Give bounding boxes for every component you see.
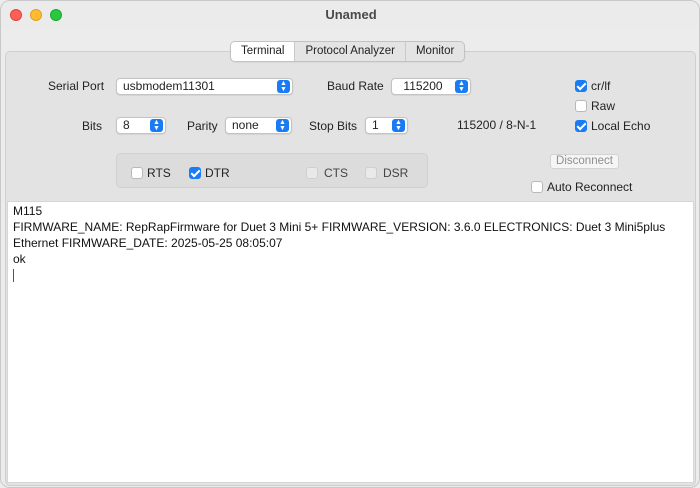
crlf-label: cr/lf xyxy=(591,79,611,93)
stop-bits-value: 1 xyxy=(372,118,379,132)
baud-rate-label: Baud Rate xyxy=(327,79,384,93)
window-title: Unamed xyxy=(325,7,377,22)
local-echo-checkbox[interactable] xyxy=(575,120,587,132)
bits-label: Bits xyxy=(82,119,103,133)
stop-bits-label: Stop Bits xyxy=(309,119,358,133)
crlf-checkbox[interactable] xyxy=(575,80,587,92)
serial-port-label: Serial Port xyxy=(48,79,105,93)
tab-bar: Terminal Protocol Analyzer Monitor xyxy=(230,41,466,62)
cts-indicator xyxy=(306,167,318,179)
terminal-line: M115 xyxy=(13,204,43,218)
select-arrows-icon: ▲ ▼ xyxy=(277,80,290,93)
text-cursor xyxy=(13,269,14,282)
terminal-output[interactable]: M115 FIRMWARE_NAME: RepRapFirmware for D… xyxy=(7,201,694,483)
select-arrows-icon: ▲ ▼ xyxy=(150,119,163,132)
terminal-line: ok xyxy=(13,252,26,266)
rts-checkbox[interactable] xyxy=(131,167,143,179)
auto-reconnect-label: Auto Reconnect xyxy=(547,180,633,194)
select-arrows-icon: ▲ ▼ xyxy=(392,119,405,132)
parity-value: none xyxy=(232,118,259,132)
raw-checkbox[interactable] xyxy=(575,100,587,112)
app-window: Unamed Terminal Protocol Analyzer Monito… xyxy=(0,0,700,488)
tab-protocol-analyzer[interactable]: Protocol Analyzer xyxy=(294,42,405,61)
tab-monitor[interactable]: Monitor xyxy=(404,42,464,61)
bits-value: 8 xyxy=(123,118,130,132)
dsr-label: DSR xyxy=(383,166,409,180)
terminal-line: FIRMWARE_NAME: RepRapFirmware for Duet 3… xyxy=(13,220,666,250)
parity-select[interactable]: none ▲ ▼ xyxy=(225,117,292,134)
title-bar: Unamed xyxy=(1,1,699,29)
parity-label: Parity xyxy=(187,119,218,133)
raw-label: Raw xyxy=(591,99,616,113)
auto-reconnect-checkbox[interactable] xyxy=(531,181,543,193)
dsr-indicator xyxy=(365,167,377,179)
dtr-checkbox[interactable] xyxy=(189,167,201,179)
stop-bits-select[interactable]: 1 ▲ ▼ xyxy=(365,117,408,134)
bits-select[interactable]: 8 ▲ ▼ xyxy=(116,117,166,134)
tab-terminal[interactable]: Terminal xyxy=(231,42,295,61)
disconnect-button[interactable]: Disconnect xyxy=(550,154,619,169)
local-echo-label: Local Echo xyxy=(591,119,651,133)
serial-port-value: usbmodem11301 xyxy=(123,79,215,93)
connection-summary: 115200 / 8-N-1 xyxy=(457,118,537,132)
rts-label: RTS xyxy=(147,166,171,180)
baud-rate-value: 115200 xyxy=(403,79,443,93)
dtr-label: DTR xyxy=(205,166,230,180)
cts-label: CTS xyxy=(324,166,348,180)
serial-port-select[interactable]: usbmodem11301 ▲ ▼ xyxy=(116,78,293,95)
baud-rate-select[interactable]: 115200 ▲ ▼ xyxy=(391,78,471,95)
select-arrows-icon: ▲ ▼ xyxy=(455,80,468,93)
select-arrows-icon: ▲ ▼ xyxy=(276,119,289,132)
